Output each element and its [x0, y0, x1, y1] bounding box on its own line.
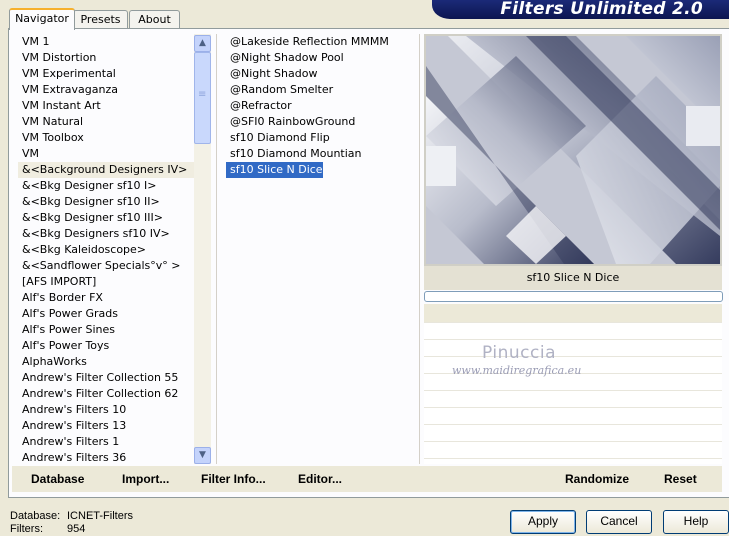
preview-image [426, 36, 720, 264]
filter-item[interactable]: @Night Shadow Pool [226, 50, 344, 66]
param-row [424, 304, 722, 323]
scroll-down-button[interactable]: ▼ [194, 447, 211, 464]
category-item[interactable]: &<Background Designers IV> [18, 162, 194, 178]
reset-button[interactable]: Reset [664, 472, 697, 486]
filter-row: @Refractor [226, 98, 416, 114]
category-item[interactable]: VM Toolbox [18, 130, 194, 146]
editor-button[interactable]: Editor... [298, 472, 342, 486]
category-item[interactable]: Andrew's Filters 13 [18, 418, 194, 434]
watermark-url: www.maidiregrafica.eu [452, 364, 582, 377]
filters-count-label: Filters: [10, 523, 43, 535]
cancel-button[interactable]: Cancel [586, 510, 652, 534]
category-item[interactable]: Alf's Power Toys [18, 338, 194, 354]
scroll-thumb[interactable] [194, 52, 211, 144]
app-title: Filters Unlimited 2.0 [500, 0, 703, 19]
category-item[interactable]: Alf's Power Grads [18, 306, 194, 322]
category-item[interactable]: &<Sandflower Specials°v° > [18, 258, 194, 274]
tab-navigator[interactable]: Navigator [9, 8, 75, 30]
filter-item[interactable]: @SFI0 RainbowGround [226, 114, 355, 130]
filter-item[interactable]: sf10 Diamond Mountian [226, 146, 362, 162]
category-item[interactable]: VM Instant Art [18, 98, 194, 114]
filter-row: sf10 Slice N Dice [226, 162, 416, 178]
filters-count-value: 954 [67, 523, 86, 535]
filter-row: @Random Smelter [226, 82, 416, 98]
preview-frame [424, 34, 722, 266]
category-item[interactable]: Alf's Power Sines [18, 322, 194, 338]
filter-item[interactable]: @Lakeside Reflection MMMM [226, 34, 389, 50]
filter-row: sf10 Diamond Flip [226, 130, 416, 146]
category-item[interactable]: &<Bkg Designer sf10 II> [18, 194, 194, 210]
category-item[interactable]: Andrew's Filter Collection 55 [18, 370, 194, 386]
category-item[interactable]: VM 1 [18, 34, 194, 50]
parameter-area [424, 304, 722, 464]
filter-item[interactable]: @Random Smelter [226, 82, 333, 98]
category-item[interactable]: VM [18, 146, 194, 162]
category-item[interactable]: VM Extravaganza [18, 82, 194, 98]
category-item[interactable]: &<Bkg Designer sf10 III> [18, 210, 194, 226]
filter-row: @SFI0 RainbowGround [226, 114, 416, 130]
category-item[interactable]: &<Bkg Kaleidoscope> [18, 242, 194, 258]
category-item[interactable]: &<Bkg Designer sf10 I> [18, 178, 194, 194]
import-button[interactable]: Import... [122, 472, 169, 486]
database-button[interactable]: Database [31, 472, 84, 486]
param-row [424, 340, 722, 357]
filter-item[interactable]: @Night Shadow [226, 66, 317, 82]
param-row [424, 408, 722, 425]
param-row [424, 323, 722, 340]
scroll-up-button[interactable]: ▲ [194, 35, 211, 52]
category-item[interactable]: Alf's Border FX [18, 290, 194, 306]
category-item[interactable]: [AFS IMPORT] [18, 274, 194, 290]
filter-row: @Night Shadow Pool [226, 50, 416, 66]
param-row [424, 442, 722, 459]
title-banner: Filters Unlimited 2.0 [432, 0, 729, 19]
filter-item[interactable]: sf10 Diamond Flip [226, 130, 330, 146]
category-item[interactable]: VM Experimental [18, 66, 194, 82]
filter-row: @Night Shadow [226, 66, 416, 82]
randomize-button[interactable]: Randomize [565, 472, 629, 486]
param-row [424, 391, 722, 408]
filter-row: sf10 Diamond Mountian [226, 146, 416, 162]
category-item[interactable]: &<Bkg Designers sf10 IV> [18, 226, 194, 242]
divider [216, 34, 217, 464]
category-scrollbar[interactable]: ▲ ▼ [194, 34, 211, 464]
database-label: Database: [10, 510, 61, 522]
filter-list[interactable]: @Lakeside Reflection MMMM @Night Shadow P… [226, 34, 416, 464]
category-item[interactable]: Andrew's Filters 36 [18, 450, 194, 464]
filter-item[interactable]: sf10 Slice N Dice [226, 162, 323, 178]
category-item[interactable]: Andrew's Filters 10 [18, 402, 194, 418]
tab-presets[interactable]: Presets [73, 10, 128, 28]
filter-row: @Lakeside Reflection MMMM [226, 34, 416, 50]
filter-name-label: sf10 Slice N Dice [424, 266, 722, 290]
category-list[interactable]: VM 1 VM Distortion VM Experimental VM Extra… [18, 34, 194, 464]
apply-button[interactable]: Apply [510, 510, 576, 534]
category-item[interactable]: VM Natural [18, 114, 194, 130]
param-row [424, 425, 722, 442]
filter-item[interactable]: @Refractor [226, 98, 292, 114]
category-item[interactable]: Andrew's Filter Collection 62 [18, 386, 194, 402]
filter-info-button[interactable]: Filter Info... [201, 472, 266, 486]
tab-about[interactable]: About [129, 10, 180, 28]
category-item[interactable]: VM Distortion [18, 50, 194, 66]
category-item[interactable]: AlphaWorks [18, 354, 194, 370]
category-item[interactable]: Andrew's Filters 1 [18, 434, 194, 450]
database-value: ICNET-Filters [67, 510, 133, 522]
watermark-name: Pinuccia [482, 343, 556, 363]
help-button[interactable]: Help [663, 510, 729, 534]
progress-bar [424, 291, 723, 302]
divider [419, 34, 420, 464]
